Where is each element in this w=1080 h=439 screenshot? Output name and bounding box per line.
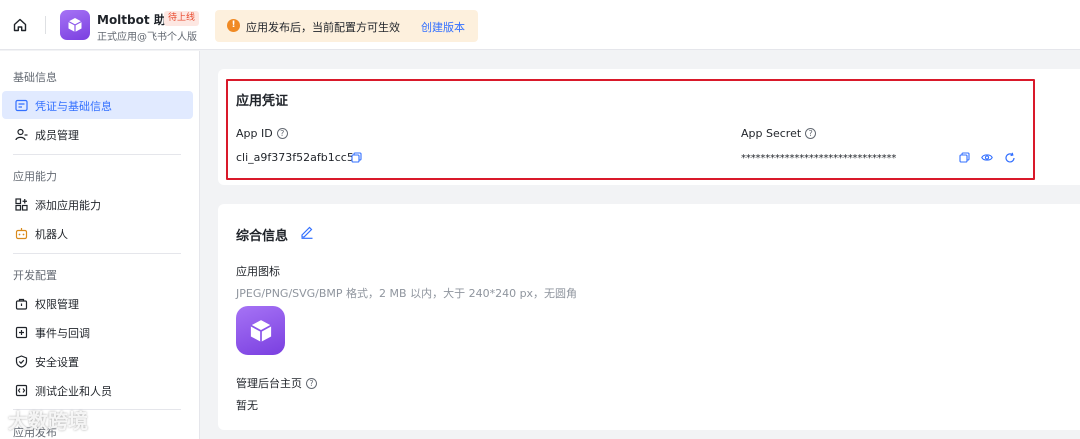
sidebar-item-label: 安全设置	[35, 356, 79, 369]
sidebar-item-credentials[interactable]: 凭证与基础信息	[2, 91, 193, 119]
home-icon[interactable]	[10, 15, 30, 35]
sidebar-item-label: 凭证与基础信息	[35, 100, 112, 113]
permission-icon	[14, 296, 28, 310]
add-capability-icon	[14, 197, 28, 211]
app-secret-value: ********************************	[741, 153, 897, 164]
sidebar-item-add-capability[interactable]: 添加应用能力	[2, 190, 193, 218]
help-icon[interactable]: ?	[276, 128, 288, 139]
general-info-title: 综合信息	[236, 229, 289, 244]
highlight-box	[226, 79, 1035, 180]
app-id-label: App ID ?	[236, 127, 288, 140]
app-id-label-text: App ID	[236, 127, 273, 140]
sidebar-group-title: 基础信息	[13, 71, 57, 84]
divider	[45, 16, 46, 34]
homepage-label: 管理后台主页 ?	[236, 375, 317, 391]
sidebar-item-label: 测试企业和人员	[35, 385, 112, 398]
test-icon	[14, 383, 28, 397]
homepage-label-text: 管理后台主页	[236, 377, 302, 390]
sidebar-item-label: 权限管理	[35, 298, 79, 311]
eye-icon[interactable]	[981, 152, 993, 164]
notice-text: 应用发布后，当前配置方可生效	[246, 21, 400, 34]
copy-icon[interactable]	[959, 152, 971, 164]
general-info-card	[218, 204, 1080, 430]
robot-icon	[14, 226, 28, 240]
app-icon-hint: JPEG/PNG/SVG/BMP 格式，2 MB 以内，大于 240*240 p…	[236, 287, 578, 300]
sidebar-divider	[13, 154, 181, 155]
app-id-value: cli_a9f373f52afb1cc5	[236, 151, 354, 164]
sidebar-item-permissions[interactable]: 权限管理	[2, 289, 193, 317]
sidebar-item-test[interactable]: 测试企业和人员	[2, 376, 193, 404]
sidebar-divider	[13, 253, 181, 254]
app-subtitle: 正式应用@飞书个人版	[97, 32, 197, 43]
help-icon[interactable]: ?	[805, 128, 817, 139]
sidebar: 基础信息 凭证与基础信息 成员管理 应用能力 添加应用能力 机器人 开发配置 权…	[0, 51, 200, 439]
edit-icon[interactable]	[300, 225, 314, 239]
sidebar-item-members[interactable]: 成员管理	[2, 120, 193, 148]
event-icon	[14, 325, 28, 339]
watermark: 大数跨境	[8, 409, 88, 433]
sidebar-item-events[interactable]: 事件与回调	[2, 318, 193, 346]
publish-notice: ! 应用发布后，当前配置方可生效 创建版本	[215, 10, 478, 42]
sidebar-item-label: 事件与回调	[35, 327, 90, 340]
status-badge: 待上线	[164, 11, 200, 26]
copy-icon[interactable]	[351, 152, 363, 164]
sidebar-group-title: 开发配置	[13, 269, 57, 282]
app-secret-label-text: App Secret	[741, 127, 802, 140]
app-secret-label: App Secret ?	[741, 127, 817, 140]
shield-icon	[14, 354, 28, 368]
member-icon	[14, 127, 28, 141]
sidebar-group-title: 应用能力	[13, 170, 57, 183]
credential-icon	[14, 98, 28, 112]
homepage-value: 暂无	[236, 399, 258, 412]
top-bar: Moltbot 助手 待上线 正式应用@飞书个人版 ! 应用发布后，当前配置方可…	[0, 0, 1080, 50]
refresh-icon[interactable]	[1004, 152, 1016, 164]
sidebar-item-security[interactable]: 安全设置	[2, 347, 193, 375]
sidebar-item-label: 添加应用能力	[35, 199, 101, 212]
sidebar-item-robot[interactable]: 机器人	[2, 219, 193, 247]
app-logo-icon[interactable]	[236, 306, 285, 355]
credentials-title: 应用凭证	[236, 94, 289, 109]
app-logo-icon	[60, 10, 90, 40]
sidebar-item-label: 机器人	[35, 228, 68, 241]
help-icon[interactable]: ?	[306, 377, 317, 389]
sidebar-item-label: 成员管理	[35, 129, 79, 142]
warning-icon: !	[227, 19, 240, 32]
create-version-link[interactable]: 创建版本	[421, 19, 465, 35]
app-icon-label: 应用图标	[236, 265, 280, 278]
